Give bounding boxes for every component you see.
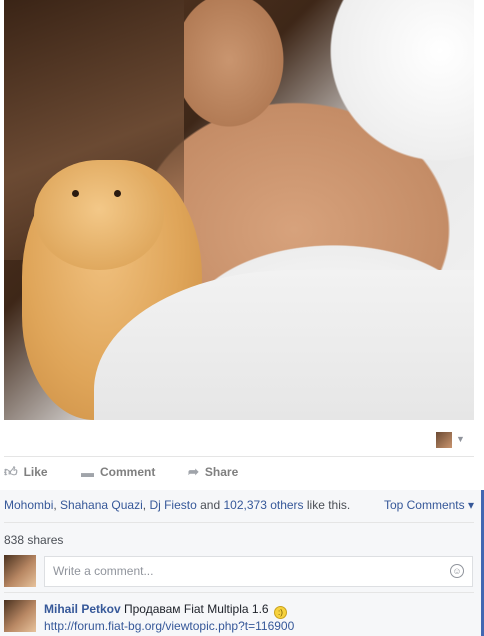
divider — [4, 522, 474, 523]
divider — [4, 592, 474, 593]
comment-body: Продавам Fiat Multipla 1.6 — [124, 602, 269, 616]
others-link[interactable]: 102,373 others — [223, 498, 303, 512]
thumbs-up-icon: 👍︎ — [4, 464, 18, 479]
comment-button[interactable]: ▬ Comment — [81, 460, 155, 484]
post-photo[interactable] — [4, 0, 474, 420]
avatar[interactable] — [4, 600, 36, 632]
liker-link[interactable]: Shahana Quazi — [60, 498, 143, 512]
speech-bubble-icon: ▬ — [81, 464, 94, 480]
share-arrow-icon: ➦ — [188, 464, 199, 479]
liker-link[interactable]: Mohombi — [4, 498, 53, 512]
share-label: Share — [204, 465, 239, 479]
avatar[interactable] — [4, 555, 36, 587]
like-label: Like — [23, 465, 48, 479]
comment-text: Продавам Fiat Multipla 1.6 :) — [124, 602, 287, 619]
smiley-icon: :) — [273, 606, 287, 619]
post-actions: 👍︎ Like ▬ Comment ➦ Share — [4, 460, 474, 484]
shares-count[interactable]: 838 shares — [4, 533, 63, 547]
like-button[interactable]: 👍︎ Like — [4, 460, 48, 484]
photo-pillow — [304, 0, 474, 170]
avatar — [436, 432, 452, 448]
top-comments-dropdown[interactable]: Top Comments ▾ — [384, 498, 474, 512]
comment-author[interactable]: Mihail Petkov — [44, 602, 121, 616]
divider — [4, 456, 474, 457]
comment-link[interactable]: http://forum.fiat-bg.org/viewtopic.php?t… — [44, 619, 294, 633]
liker-link[interactable]: Dj Fiesto — [149, 498, 196, 512]
bear-eye — [114, 190, 121, 197]
likes-suffix: like this. — [303, 498, 351, 512]
separator: and — [196, 498, 224, 512]
teddy-bear-head — [34, 160, 164, 270]
likes-summary: Mohombi, Shahana Quazi, Dj Fiesto and 10… — [4, 498, 350, 512]
emoji-icon[interactable]: ☺ — [450, 564, 464, 578]
comment-label: Comment — [100, 465, 156, 479]
chevron-down-icon: ▼ — [456, 434, 465, 444]
bear-eye — [72, 190, 79, 197]
comment-input[interactable] — [51, 563, 435, 579]
share-button[interactable]: ➦ Share — [188, 460, 238, 484]
comment-box[interactable]: ☺ — [44, 556, 473, 587]
